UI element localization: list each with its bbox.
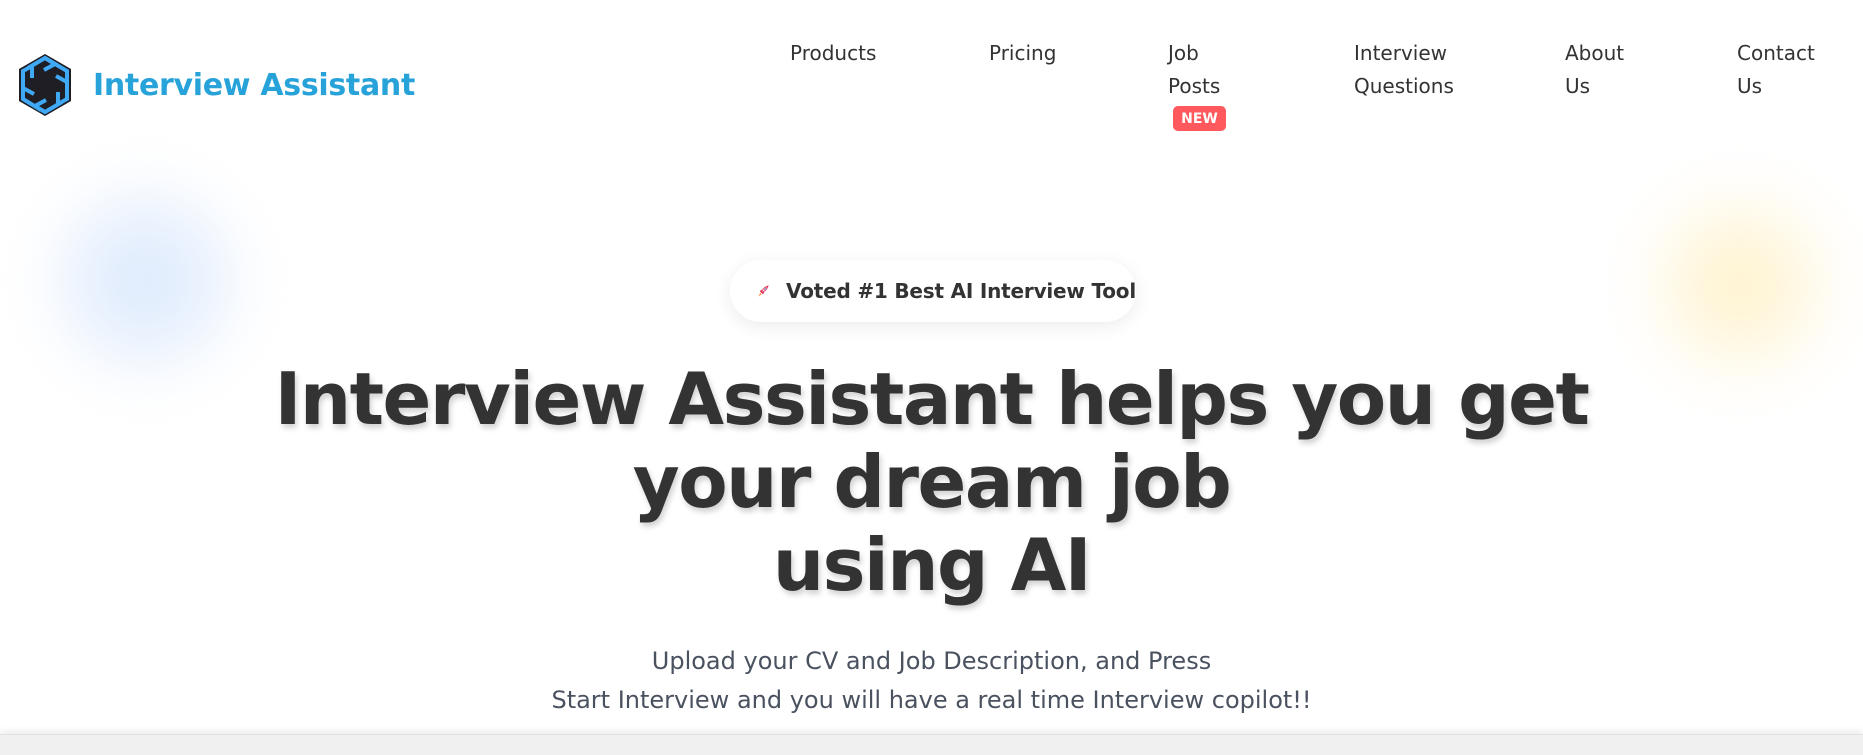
nav-products-label: Products bbox=[790, 41, 877, 65]
nav-interview-questions[interactable]: Interview Questions bbox=[1354, 37, 1454, 103]
bottom-section-edge bbox=[0, 734, 1863, 755]
decorative-yellow-glow bbox=[1640, 185, 1840, 385]
brand-name: Interview Assistant bbox=[93, 67, 416, 103]
nav-job-posts-label-line2: Posts bbox=[1168, 74, 1221, 98]
nav-job-posts-label-line1: Job bbox=[1168, 41, 1199, 65]
hero-headline: Interview Assistant helps you get your d… bbox=[0, 358, 1863, 607]
hero-headline-line3: using AI bbox=[772, 523, 1092, 607]
nav-about-us[interactable]: About Us bbox=[1565, 37, 1624, 103]
hero-headline-line2: your dream job bbox=[632, 440, 1232, 524]
hero-subtitle-line2: Start Interview and you will have a real… bbox=[551, 686, 1312, 714]
award-pill: Voted #1 Best AI Interview Tool bbox=[730, 260, 1136, 322]
nav-pricing[interactable]: Pricing bbox=[989, 37, 1056, 70]
award-pill-text: Voted #1 Best AI Interview Tool bbox=[786, 279, 1136, 303]
nav-contact-us-label-line2: Us bbox=[1737, 74, 1763, 98]
nav-about-us-label-line2: Us bbox=[1565, 74, 1591, 98]
hero-subtitle-line1: Upload your CV and Job Description, and … bbox=[651, 647, 1212, 675]
nav-interview-questions-label-line1: Interview bbox=[1354, 41, 1447, 65]
nav-contact-us-label-line1: Contact bbox=[1737, 41, 1815, 65]
new-badge: NEW bbox=[1173, 106, 1226, 131]
hero-subtitle: Upload your CV and Job Description, and … bbox=[0, 642, 1863, 720]
nav-pricing-label: Pricing bbox=[989, 41, 1057, 65]
hexagon-spiral-logo-icon bbox=[19, 54, 71, 116]
nav-job-posts[interactable]: Job Posts bbox=[1168, 37, 1220, 103]
rocket-icon bbox=[758, 285, 769, 297]
nav-contact-us[interactable]: Contact Us bbox=[1737, 37, 1815, 103]
hero-headline-line1: Interview Assistant helps you get bbox=[274, 357, 1590, 441]
nav-products[interactable]: Products bbox=[790, 37, 876, 70]
brand-home-link[interactable]: Interview Assistant bbox=[16, 52, 415, 118]
decorative-blue-glow bbox=[40, 175, 250, 385]
nav-about-us-label-line1: About bbox=[1565, 41, 1625, 65]
nav-interview-questions-label-line2: Questions bbox=[1354, 74, 1454, 98]
